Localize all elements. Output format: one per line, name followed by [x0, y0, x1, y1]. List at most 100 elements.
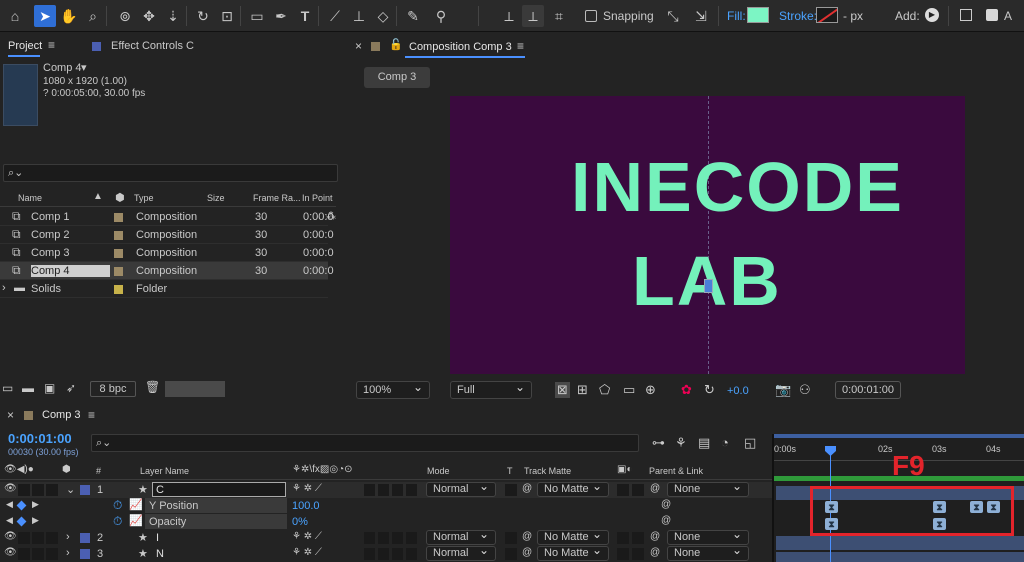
- menu-icon[interactable]: ≡: [517, 39, 524, 53]
- add-keyframe-icon[interactable]: [16, 500, 27, 511]
- item-name[interactable]: Comp 4: [31, 265, 110, 277]
- graph-icon[interactable]: 📈: [129, 514, 143, 527]
- eye-icon[interactable]: 👁: [4, 547, 17, 558]
- pickwhip-icon[interactable]: @: [522, 547, 532, 558]
- parent-pickwhip-icon[interactable]: @: [650, 531, 660, 542]
- close-icon[interactable]: ×: [355, 39, 362, 53]
- pickwhip-icon[interactable]: @: [522, 531, 532, 542]
- add-play-icon[interactable]: ▶: [925, 8, 939, 22]
- project-item[interactable]: ⧉ Comp 2 Composition 30 0:00:0: [0, 226, 334, 244]
- flowchart-icon[interactable]: ⁂: [326, 211, 336, 222]
- chevron-right-icon[interactable]: ›: [66, 547, 70, 559]
- mask-visibility-icon[interactable]: ⬠: [599, 382, 610, 398]
- new-comp-icon[interactable]: ▣: [44, 381, 55, 395]
- text-line-1[interactable]: INECODE: [450, 152, 965, 222]
- layer-bar-3[interactable]: [776, 552, 1024, 562]
- layer-switches-icon[interactable]: ⚘ ✲ ⟋: [292, 531, 322, 542]
- comp-viewer[interactable]: INECODE LAB: [450, 96, 965, 374]
- menu-icon[interactable]: ≡: [48, 38, 55, 52]
- snapshot-icon[interactable]: 📷: [775, 382, 791, 398]
- layer-switches-icon[interactable]: ⚘ ✲ ⟋: [292, 483, 322, 494]
- label-color[interactable]: [114, 231, 123, 240]
- item-name[interactable]: Solids: [31, 283, 61, 295]
- project-item[interactable]: › ▬ Solids Folder: [0, 280, 328, 298]
- panel-icon[interactable]: [960, 9, 972, 21]
- chevron-down-icon[interactable]: ⌄: [66, 483, 75, 496]
- anchor-tool-icon[interactable]: ⊡: [216, 5, 238, 27]
- tab-project[interactable]: Project: [8, 40, 42, 52]
- current-time-display[interactable]: 0:00:01:00: [835, 381, 901, 399]
- chevron-down-icon[interactable]: ▾: [81, 61, 87, 74]
- layer-name[interactable]: N: [156, 548, 164, 560]
- puppet-pin-icon[interactable]: ⚲: [430, 5, 452, 27]
- reset-exposure-icon[interactable]: ↻: [704, 382, 715, 398]
- pen-tool-icon[interactable]: ✒: [270, 5, 292, 27]
- chevron-right-icon[interactable]: ›: [66, 531, 70, 543]
- stroke-width-unit[interactable]: - px: [843, 9, 863, 23]
- dolly-camera-icon[interactable]: ⇣: [162, 5, 184, 27]
- parent-pickwhip-icon[interactable]: @: [650, 483, 660, 494]
- prev-keyframe-icon[interactable]: ◀: [6, 499, 13, 510]
- orbit-camera-icon[interactable]: ⊚: [114, 5, 136, 27]
- layer-bar-2[interactable]: [776, 536, 1024, 550]
- graph-editor-icon[interactable]: ◱: [744, 435, 756, 451]
- axis-world-icon[interactable]: ⟂: [522, 5, 544, 27]
- layer-label-color[interactable]: [80, 533, 90, 543]
- project-item[interactable]: ⧉ Comp 3 Composition 30 0:00:0: [0, 244, 334, 262]
- property-row[interactable]: ◀ ▶ ⏱ 📈 Y Position 100.0 @: [0, 498, 772, 514]
- color-channels-icon[interactable]: ✿: [681, 382, 692, 398]
- blend-mode-dropdown[interactable]: Normal: [426, 544, 496, 561]
- transparency-grid-icon[interactable]: ⊞: [577, 382, 588, 398]
- thumbnail-slider[interactable]: [165, 381, 225, 397]
- comp-flowchart-icon[interactable]: ⊶: [652, 435, 665, 451]
- add-keyframe-icon[interactable]: [16, 516, 27, 527]
- label-color[interactable]: [114, 285, 123, 294]
- close-icon[interactable]: ×: [7, 408, 14, 422]
- new-folder-icon[interactable]: ▬: [22, 381, 34, 395]
- label-color[interactable]: [114, 213, 123, 222]
- layer-row[interactable]: 👁›2★I⚘ ✲ ⟋Normal@No Matte@None: [0, 528, 772, 546]
- hand-tool-icon[interactable]: ✋: [58, 5, 80, 27]
- project-item[interactable]: ⧉ Comp 1 Composition 30 0:00:0: [0, 208, 334, 226]
- project-item[interactable]: ⧉ Comp 4 Composition 30 0:00:0: [0, 262, 334, 280]
- snap-icon[interactable]: ⤡: [662, 5, 684, 27]
- home-icon[interactable]: ⌂: [4, 5, 26, 27]
- expression-pickwhip-icon[interactable]: @: [661, 499, 671, 510]
- layer-label-color[interactable]: [80, 549, 90, 559]
- timeline-graph-area[interactable]: 0:00s 02s 03s 04s ⧗ ⧗ ⧗ ⧗ ⧗ ⧗ F9: [774, 434, 1024, 562]
- property-value[interactable]: 0%: [292, 516, 308, 528]
- layer-switches-icon[interactable]: ⚘ ✲ ⟋: [292, 547, 322, 558]
- expression-pickwhip-icon[interactable]: @: [661, 515, 671, 526]
- zoom-dropdown[interactable]: 100%: [356, 379, 430, 399]
- property-row[interactable]: ◀ ▶ ⏱ 📈 Opacity 0% @: [0, 514, 772, 530]
- item-name[interactable]: Comp 2: [31, 229, 70, 241]
- axis-view-icon[interactable]: ⌗: [548, 5, 570, 27]
- preserve-transparency-toggle[interactable]: [505, 548, 517, 560]
- eraser-tool-icon[interactable]: ◇: [372, 5, 394, 27]
- blend-mode-dropdown[interactable]: Normal: [426, 480, 496, 497]
- region-of-interest-icon[interactable]: ▭: [623, 382, 635, 398]
- label-color[interactable]: [114, 249, 123, 258]
- show-snapshot-icon[interactable]: ⚇: [799, 382, 811, 398]
- next-keyframe-icon[interactable]: ▶: [32, 515, 39, 526]
- snap-options-icon[interactable]: ⇲: [690, 5, 712, 27]
- parent-dropdown[interactable]: None: [667, 480, 749, 497]
- parent-pickwhip-icon[interactable]: @: [650, 547, 660, 558]
- prev-keyframe-icon[interactable]: ◀: [6, 515, 13, 526]
- preserve-transparency-toggle[interactable]: [505, 532, 517, 544]
- trash-icon[interactable]: 🗑: [145, 380, 160, 394]
- fast-previews-icon[interactable]: ⊠: [555, 382, 570, 398]
- preserve-transparency-toggle[interactable]: [505, 484, 517, 496]
- stopwatch-icon[interactable]: ⏱: [113, 514, 122, 529]
- tab-composition[interactable]: Composition Comp 3: [409, 41, 512, 53]
- item-name[interactable]: Comp 1: [31, 211, 70, 223]
- bpc-button[interactable]: 8 bpc: [90, 381, 136, 397]
- selection-tool-icon[interactable]: ➤: [34, 5, 56, 27]
- interpret-footage-icon[interactable]: ▭: [2, 381, 13, 395]
- stroke-swatch[interactable]: [816, 7, 838, 23]
- layer-row[interactable]: 👁 ⌄ 1 ★ C ⚘ ✲ ⟋ Normal @ No Matte @ None: [0, 480, 772, 498]
- zoom-tool-icon[interactable]: ⌕: [82, 5, 104, 27]
- type-tool-icon[interactable]: T: [294, 5, 316, 27]
- tab-effect-controls[interactable]: Effect Controls C: [111, 40, 194, 52]
- pickwhip-icon[interactable]: @: [522, 483, 532, 494]
